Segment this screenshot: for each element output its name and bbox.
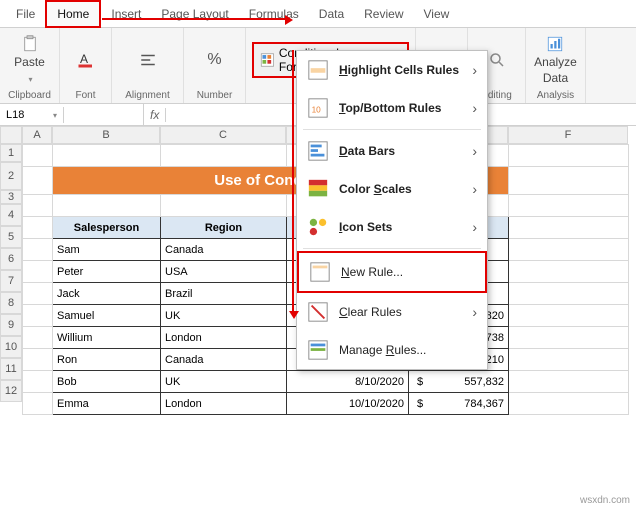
- col-head-a[interactable]: A: [22, 126, 52, 144]
- row-head-9[interactable]: 9: [0, 314, 22, 336]
- select-all-corner[interactable]: [0, 126, 22, 144]
- menu-clear-rules[interactable]: Clear Rules: [297, 293, 487, 331]
- col-header-region: Region: [161, 217, 287, 239]
- row-head-8[interactable]: 8: [0, 292, 22, 314]
- paste-label: Paste: [14, 55, 45, 69]
- cf-icon: [260, 52, 275, 68]
- chevron-down-icon: [26, 71, 32, 85]
- row-head-5[interactable]: 5: [0, 226, 22, 248]
- row-head-2[interactable]: 2: [0, 162, 22, 190]
- tab-review[interactable]: Review: [354, 2, 413, 26]
- row-head-12[interactable]: 12: [0, 380, 22, 402]
- menu-top-bottom[interactable]: 10 Top/Bottom Rules: [297, 89, 487, 127]
- chevron-right-icon: [472, 219, 477, 235]
- cf-dropdown-menu: HHighlight Cells Rulesighlight Cells Rul…: [296, 50, 488, 370]
- ribbon-tabs: File Home Insert Page Layout Formulas Da…: [0, 0, 636, 28]
- chevron-right-icon: [472, 62, 477, 78]
- tab-formulas[interactable]: Formulas: [239, 2, 309, 26]
- menu-icon-sets[interactable]: Icon Sets: [297, 208, 487, 246]
- group-font: Font: [66, 88, 105, 101]
- group-analysis: Analysis: [532, 88, 579, 101]
- paste-button[interactable]: Paste: [14, 35, 45, 85]
- search-icon[interactable]: [488, 51, 506, 69]
- name-box[interactable]: L18: [0, 107, 64, 123]
- table-row[interactable]: EmmaLondon10/10/2020784,367: [23, 393, 629, 415]
- col-header-salesperson: Salesperson: [53, 217, 161, 239]
- tab-home[interactable]: Home: [45, 0, 101, 28]
- menu-new-rule[interactable]: New Rule...: [297, 251, 487, 293]
- table-row[interactable]: BobUK8/10/2020557,832: [23, 371, 629, 393]
- col-head-b[interactable]: B: [52, 126, 160, 144]
- tab-view[interactable]: View: [414, 2, 460, 26]
- tab-data[interactable]: Data: [309, 2, 354, 26]
- menu-color-scales[interactable]: Color Scales: [297, 170, 487, 208]
- row-head-3[interactable]: 3: [0, 190, 22, 204]
- color-scales-icon: [307, 178, 329, 200]
- menu-data-bars[interactable]: Data Bars: [297, 132, 487, 170]
- row-head-6[interactable]: 6: [0, 248, 22, 270]
- row-head-7[interactable]: 7: [0, 270, 22, 292]
- row-head-11[interactable]: 11: [0, 358, 22, 380]
- analyze-icon: [546, 35, 564, 53]
- tab-insert[interactable]: Insert: [101, 2, 151, 26]
- font-color-icon[interactable]: A: [77, 51, 95, 69]
- group-number: Number: [190, 88, 239, 101]
- clipboard-icon: [21, 35, 39, 53]
- row-head-4[interactable]: 4: [0, 204, 22, 226]
- tab-file[interactable]: File: [6, 2, 45, 26]
- top-bottom-icon: 10: [307, 97, 329, 119]
- chevron-right-icon: [472, 100, 477, 116]
- chevron-right-icon: [472, 304, 477, 320]
- fx-icon[interactable]: fx: [144, 108, 166, 122]
- chevron-down-icon: [51, 109, 57, 121]
- menu-highlight-cells[interactable]: HHighlight Cells Rulesighlight Cells Rul…: [297, 51, 487, 89]
- col-head-c[interactable]: C: [160, 126, 286, 144]
- clear-rules-icon: [307, 301, 329, 323]
- watermark: wsxdn.com: [580, 495, 630, 506]
- menu-manage-rules[interactable]: Manage Rules...: [297, 331, 487, 369]
- manage-rules-icon: [307, 339, 329, 361]
- analyze-data-button[interactable]: Analyze Data: [534, 35, 577, 85]
- col-head-f[interactable]: F: [508, 126, 628, 144]
- group-clipboard: Clipboard: [6, 88, 53, 101]
- chevron-right-icon: [472, 181, 477, 197]
- highlight-cells-icon: [307, 59, 329, 81]
- svg-text:A: A: [80, 52, 88, 66]
- tab-page-layout[interactable]: Page Layout: [151, 2, 238, 26]
- row-head-10[interactable]: 10: [0, 336, 22, 358]
- new-rule-icon: [309, 261, 331, 283]
- align-icon[interactable]: [139, 51, 157, 69]
- row-head-1[interactable]: 1: [0, 144, 22, 162]
- percent-icon[interactable]: %: [207, 51, 221, 69]
- chevron-right-icon: [472, 143, 477, 159]
- svg-text:10: 10: [312, 106, 322, 115]
- icon-sets-icon: [307, 216, 329, 238]
- group-alignment: Alignment: [118, 88, 177, 101]
- data-bars-icon: [307, 140, 329, 162]
